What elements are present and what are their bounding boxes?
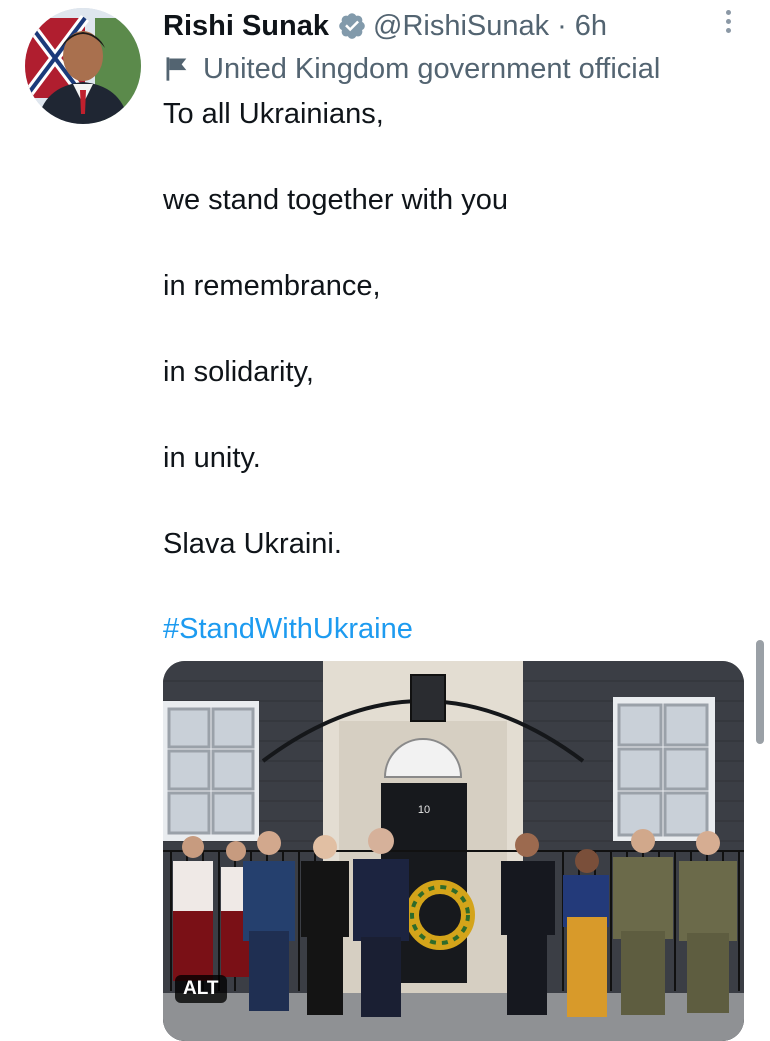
display-name[interactable]: Rishi Sunak	[163, 10, 329, 43]
tweet-line-1: To all Ukrainians,	[163, 98, 384, 130]
verified-badge-icon	[339, 13, 365, 39]
more-options-icon[interactable]	[718, 6, 738, 40]
downing-street-photo: 10	[163, 661, 744, 1041]
tweet-line-6: Slava Ukraini.	[163, 528, 342, 560]
avatar-photo	[25, 8, 141, 124]
flag-icon	[166, 57, 187, 81]
tweet-line-4: in solidarity,	[163, 356, 314, 388]
door-number: 10	[418, 804, 430, 816]
scrollbar[interactable]	[756, 640, 764, 744]
avatar[interactable]	[25, 8, 141, 124]
timestamp[interactable]: 6h	[575, 10, 607, 43]
tweet-header: Rishi Sunak @RishiSunak · 6h	[163, 6, 753, 46]
handle[interactable]: @RishiSunak	[373, 10, 549, 43]
separator-dot: ·	[557, 9, 567, 42]
tweet-line-3: in remembrance,	[163, 270, 381, 302]
hashtag-link[interactable]: #StandWithUkraine	[163, 613, 413, 646]
government-label-text: United Kingdom government official	[203, 52, 661, 85]
tweet-image[interactable]: 10 ALT	[163, 661, 744, 1041]
government-label[interactable]: United Kingdom government official	[163, 50, 660, 88]
tweet-line-2: we stand together with you	[163, 184, 508, 216]
alt-text-badge[interactable]: ALT	[175, 975, 227, 1003]
tweet-line-5: in unity.	[163, 442, 261, 474]
